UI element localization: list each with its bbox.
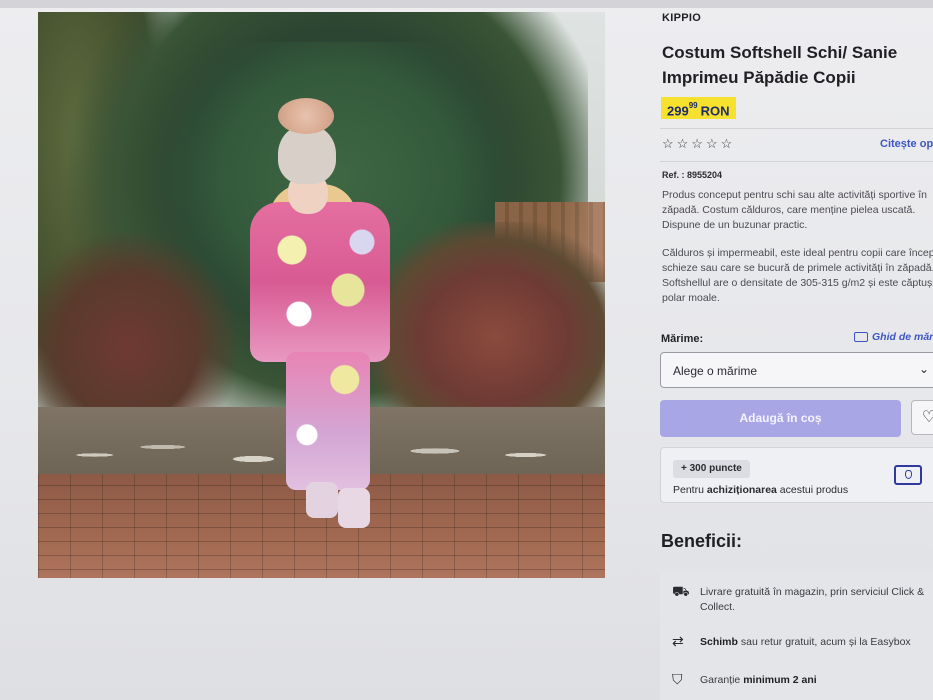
price-currency: RON — [700, 103, 730, 119]
product-image[interactable] — [38, 12, 605, 578]
add-to-cart-button[interactable]: Adaugă în coș — [660, 400, 901, 437]
product-reference: Ref. : 8955204 — [662, 170, 723, 180]
loyalty-card-icon — [894, 465, 922, 485]
photo-child-jacket — [250, 202, 390, 362]
loyalty-points-box: + 300 puncte Pentru achiziționarea acest… — [660, 447, 933, 503]
points-text-pre: Pentru — [673, 484, 707, 496]
photo-child-hat-pompom — [278, 98, 334, 134]
photo-child-boot-right — [338, 488, 370, 528]
divider — [660, 161, 933, 162]
ruler-icon — [854, 332, 868, 343]
price-decimals: 99 — [688, 101, 698, 110]
price-badge: 29999 RON — [661, 97, 736, 119]
points-text: Pentru achiziționarea acestui produs — [673, 484, 848, 496]
heart-icon: ♡ — [921, 409, 933, 426]
product-info-panel: KIPPIO Costum Softshell Schi/ Sanie Impr… — [642, 0, 933, 700]
size-guide-link[interactable]: Ghid de mărimi — [854, 331, 933, 343]
benefit-text-post: sau retur gratuit, acum și la Easybox — [737, 636, 911, 648]
size-label: Mărime: — [661, 333, 704, 345]
benefits-title: Beneficii: — [661, 531, 743, 551]
benefit-text-pre: Garanție — [700, 674, 744, 686]
benefit-text-bold: minimum 2 ani — [743, 674, 817, 686]
divider — [660, 128, 933, 129]
exchange-icon: ⇄ — [672, 633, 684, 649]
size-select-value: Alege o mărime — [673, 364, 758, 378]
size-guide-label: Ghid de mărimi — [872, 331, 933, 343]
product-description-1: Produs conceput pentru schi sau alte act… — [662, 189, 927, 231]
product-title: Costum Softshell Schi/ Sanie Imprimeu Pă… — [662, 43, 898, 87]
points-text-post: acestui produs — [776, 484, 849, 496]
benefit-text: Schimb sau retur gratuit, acum și la Eas… — [700, 635, 933, 650]
rating-stars[interactable]: ☆☆☆☆☆ — [662, 136, 735, 152]
store-icon: ⛟ — [672, 583, 690, 599]
chevron-down-icon: ⌄ — [919, 362, 930, 376]
benefit-text: Garanție minimum 2 ani — [700, 673, 933, 688]
read-reviews-link[interactable]: Citește opinii — [880, 138, 933, 150]
brand-name[interactable]: KIPPIO — [662, 12, 701, 24]
benefit-text-pre: Livrare gratuită în magazin, prin servic… — [700, 586, 925, 613]
photo-child-boot-left — [306, 482, 338, 518]
product-description-2: Călduros și impermeabil, este ideal pent… — [662, 247, 933, 304]
points-badge: + 300 puncte — [673, 460, 750, 478]
benefits-list: ⛟ Livrare gratuită în magazin, prin serv… — [660, 571, 933, 700]
benefit-text-bold: Schimb — [700, 636, 738, 648]
photo-child-pants — [286, 352, 370, 490]
favorite-button[interactable]: ♡ — [911, 400, 933, 435]
price-integer: 299 — [667, 103, 689, 119]
points-text-bold: achiziționarea — [706, 484, 777, 496]
shield-icon: ⛉ — [672, 671, 683, 687]
benefit-text: Livrare gratuită în magazin, prin servic… — [700, 585, 933, 615]
size-select[interactable]: Alege o mărime ⌄ — [660, 352, 933, 388]
